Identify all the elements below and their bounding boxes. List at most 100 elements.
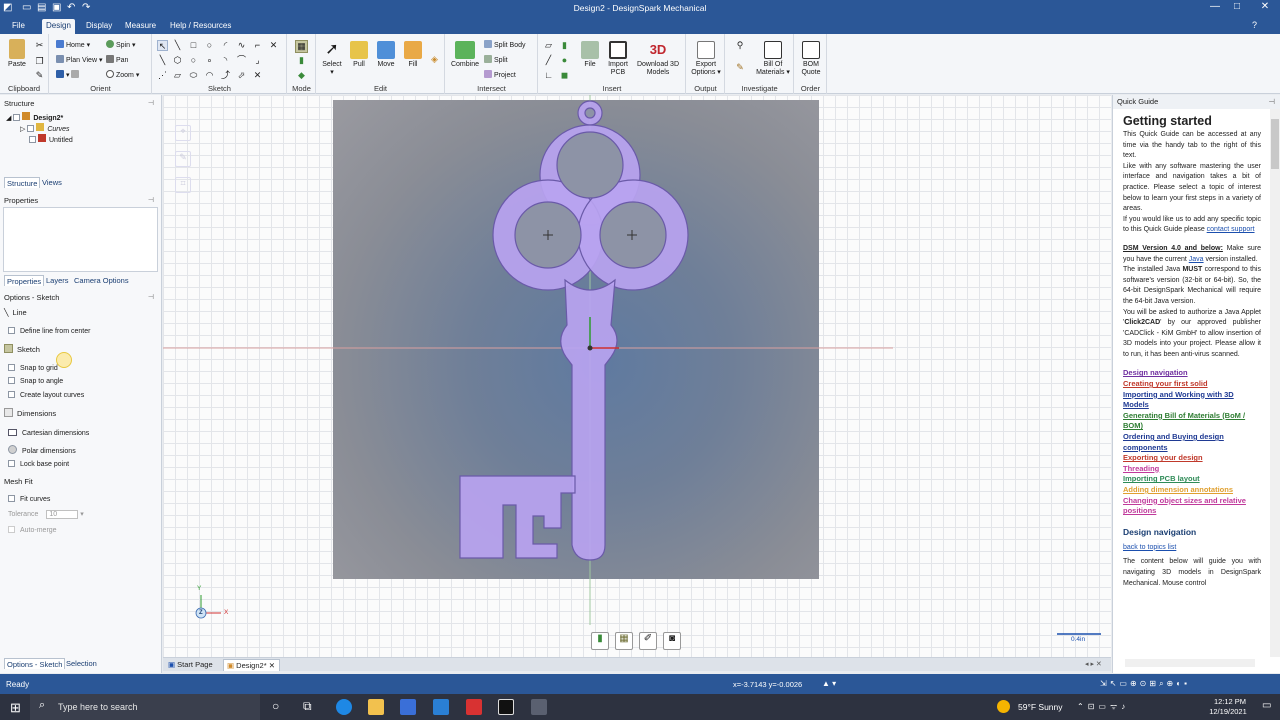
import-pcb-button[interactable]: Import PCB [605,41,631,77]
topic-link[interactable]: Generating Bill of Materials (BoM / BOM) [1123,411,1261,432]
move-button[interactable]: Move [373,41,399,69]
tolerance-input[interactable]: 10 [46,510,79,519]
export-options-button[interactable]: Export Options ▾ [689,41,723,77]
pin-icon[interactable]: ⊣ [148,195,154,207]
combine-button[interactable]: Combine [450,41,480,69]
check-geometry-icon[interactable]: ⚲ [732,40,748,51]
tab-properties[interactable]: Properties [4,275,45,286]
3d-mode-button[interactable]: ▮ [591,632,609,650]
topic-link[interactable]: Design navigation [1123,368,1261,379]
shell-icon[interactable]: ◼ [559,70,570,81]
section-mode-icon[interactable]: ▮ [296,55,307,66]
download-3d-models-button[interactable]: 3D Download 3D Models [633,41,683,77]
menu-help[interactable]: Help / Resources [166,19,235,34]
tab-layers[interactable]: Layers [44,275,71,286]
fill-button[interactable]: Fill [400,41,426,69]
paste-button[interactable]: Paste [4,39,30,69]
timeline-icon[interactable]: ⧉ [303,699,312,714]
project-button[interactable]: Project [484,70,516,81]
tab-camera-options[interactable]: Camera Options [72,275,131,286]
cartesian-dimensions-option[interactable]: Cartesian dimensions [8,429,89,439]
scroll-thumb[interactable] [1271,119,1279,169]
topic-link[interactable]: Creating your first solid [1123,379,1261,390]
construction-line-icon[interactable]: ⋰ [157,70,168,81]
three-point-circle-icon[interactable]: ○ [188,55,199,66]
measure-icon[interactable]: ✎ [732,62,748,73]
topic-link[interactable]: Exporting your design [1123,453,1261,464]
split-body-button[interactable]: Split Body [484,40,526,51]
plane-icon[interactable]: ▱ [543,40,554,51]
designspark-icon[interactable] [466,699,482,715]
cut-icon[interactable]: ✂ [34,40,45,51]
guide-scrollbar[interactable] [1270,109,1280,657]
sketch-mode-icon[interactable]: ▦ [295,40,308,53]
design-canvas[interactable]: Y Z X 0.4in ⌖ ✎ ⌗ ▮ ▦ ✐ ◙ [163,95,1111,657]
bom-quote-button[interactable]: BOM Quote [797,41,825,77]
weather-text[interactable]: 59°F Sunny [1018,702,1063,712]
lock-base-point-option[interactable]: Lock base point [8,460,69,470]
sphere-icon[interactable]: ● [559,55,570,66]
tab-options-sketch[interactable]: Options - Sketch [4,658,66,669]
three-point-arc-icon[interactable]: ◠ [204,70,215,81]
move-grid-icon[interactable]: ✎ [175,151,191,167]
split-button[interactable]: Split [484,55,508,66]
point-tool-icon[interactable]: ∘ [204,55,215,66]
format-painter-icon[interactable]: ✎ [34,70,45,81]
topic-link[interactable]: Importing and Working with 3D Models [1123,390,1261,411]
project-edges-icon[interactable]: ⬀ [236,70,247,81]
select-new-plane-icon[interactable]: ⌗ [175,177,191,193]
tab-structure[interactable]: Structure [4,177,41,188]
end-sketch-button[interactable]: ◙ [663,632,681,650]
taskbar-search[interactable]: ⌕ Type here to search [30,694,260,720]
insert-file-button[interactable]: File [577,41,603,69]
menu-measure[interactable]: Measure [121,19,160,34]
tab-design2[interactable]: ▣ Design2* ✕ [223,659,280,671]
rectangle-tool-icon[interactable]: □ [188,40,199,51]
topic-link[interactable]: Changing object sizes and relative posit… [1123,496,1261,517]
offset-tool-icon[interactable]: ⌒ [236,55,247,66]
topic-link[interactable]: Importing PCB layout [1123,474,1261,485]
trim-tool-icon[interactable]: ✕ [268,40,279,51]
maximize-button[interactable]: □ [1226,1,1248,12]
sweep-arc-icon[interactable]: ◝ [220,55,231,66]
help-icon[interactable]: ? [1248,18,1261,33]
split-line-icon[interactable]: ⤴ [220,70,231,81]
view-cube-button[interactable]: ▾ [56,70,81,81]
tab-selection[interactable]: Selection [64,658,99,669]
store-icon[interactable] [400,699,416,715]
bill-of-materials-button[interactable]: Bill Of Materials ▾ [754,41,792,77]
contact-support-link[interactable]: contact support [1207,226,1255,233]
create-layout-curves-option[interactable]: Create layout curves [8,391,84,401]
polygon-tool-icon[interactable]: ⬡ [172,55,183,66]
section-mode-button[interactable]: ✐ [639,632,657,650]
pin-icon[interactable]: ⊣ [1268,95,1275,109]
pin-icon[interactable]: ⊣ [148,98,154,110]
close-button[interactable]: ✕ [1254,1,1276,12]
topic-link[interactable]: Adding dimension annotations [1123,485,1261,496]
tangent-line-icon[interactable]: ╲ [157,55,168,66]
java-link[interactable]: Java [1189,256,1204,263]
plan-view-button[interactable]: Plan View ▾ [56,55,102,66]
axis-icon[interactable]: ╱ [543,55,554,66]
topic-link[interactable]: Threading [1123,464,1261,475]
clock-time[interactable]: 12:12 PM [1208,697,1252,706]
fit-curves-option[interactable]: Fit curves [8,495,50,505]
tab-views[interactable]: Views [40,177,64,188]
edge-icon[interactable] [336,699,352,715]
tray-icons[interactable]: ⌃⊡▭ᯤ♪ [1077,701,1129,712]
ellipse-tool-icon[interactable]: ⬭ [188,70,199,81]
pan-button[interactable]: Pan [106,55,128,66]
clock-date[interactable]: 12/19/2021 [1203,707,1253,716]
auto-merge-option[interactable]: Auto-merge [8,526,57,536]
windows-start-icon[interactable]: ⊞ [10,700,21,716]
spin-button[interactable]: Spin ▾ [106,40,135,51]
copy-icon[interactable]: ❐ [34,56,45,67]
pin-icon[interactable]: ⊣ [148,292,154,304]
snap-to-grid-option[interactable]: Snap to grid [8,364,58,374]
zoom-button[interactable]: Zoom ▾ [106,70,139,81]
back-to-topics-link[interactable]: back to topics list [1123,544,1176,551]
sketch-plane-icon[interactable]: ⌖ [175,125,191,141]
spline-tool-icon[interactable]: ∿ [236,40,247,51]
polar-dimensions-option[interactable]: Polar dimensions [8,445,76,457]
mail-icon[interactable] [433,699,449,715]
